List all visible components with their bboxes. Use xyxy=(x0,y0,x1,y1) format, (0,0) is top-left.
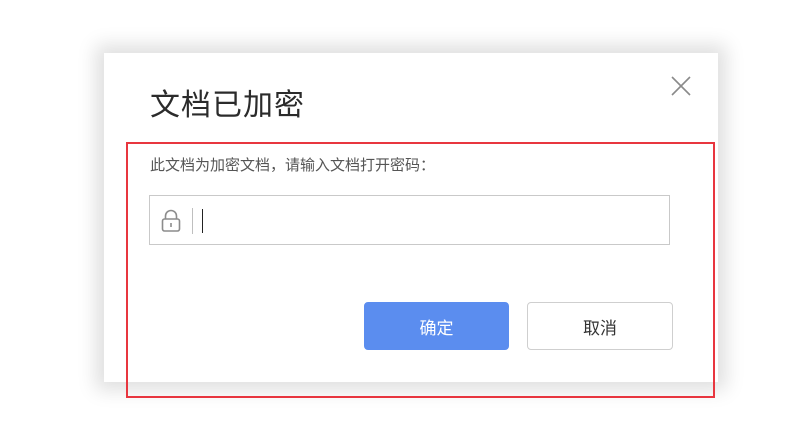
password-field[interactable] xyxy=(149,195,670,245)
encrypted-document-dialog: 文档已加密 此文档为加密文档，请输入文档打开密码： 确定 取消 xyxy=(104,53,718,382)
text-caret xyxy=(202,209,203,233)
close-button[interactable] xyxy=(670,75,692,97)
cancel-button[interactable]: 取消 xyxy=(527,302,673,350)
lock-icon xyxy=(161,209,181,232)
dialog-title: 文档已加密 xyxy=(150,88,305,123)
confirm-button[interactable]: 确定 xyxy=(364,302,509,350)
input-divider xyxy=(192,208,193,234)
password-input[interactable] xyxy=(200,202,660,238)
close-icon xyxy=(671,76,691,96)
password-prompt: 此文档为加密文档，请输入文档打开密码： xyxy=(150,156,436,174)
